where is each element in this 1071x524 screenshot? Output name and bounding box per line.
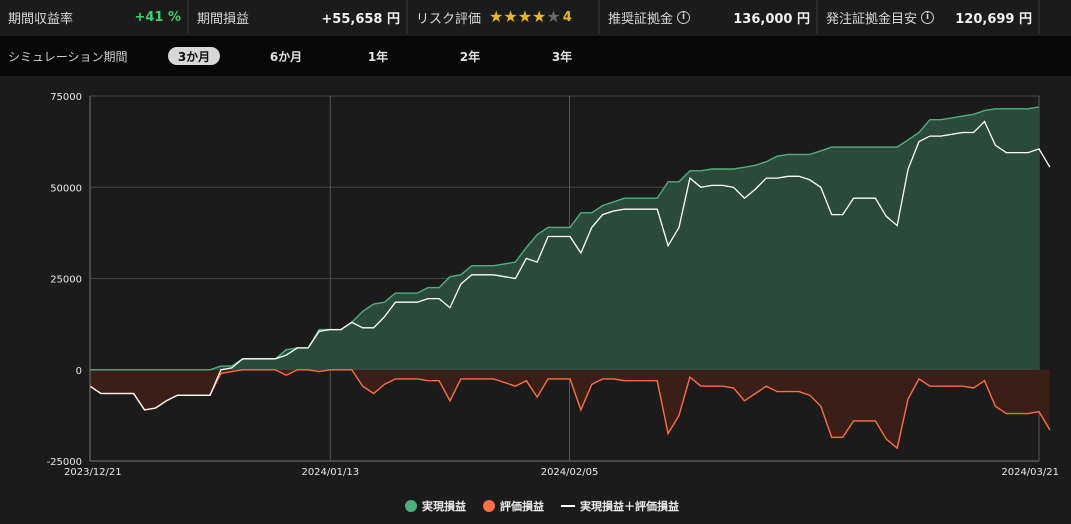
stat-risk: リスク評価 ★ ★ ★ ★ ★ 4 (408, 0, 600, 34)
period-option-3y[interactable]: 3年 (536, 47, 588, 65)
stat-pl-value: +55,658 円 (321, 11, 400, 27)
stat-margin-value: 136,000 円 (733, 11, 810, 27)
stat-pl-label: 期間損益 (197, 11, 250, 27)
legend-label-realized: 実現損益 (422, 499, 466, 513)
legend-marker-realized (405, 500, 417, 512)
y-tick-label: 75000 (50, 92, 82, 103)
star-icon: ★ (517, 7, 533, 26)
stat-order-margin-label: 発注証拠金目安 (826, 11, 918, 27)
stat-return-label: 期間収益率 (8, 11, 74, 27)
risk-stars: ★ ★ ★ ★ ★ (489, 9, 561, 25)
legend-label-unrealized: 評価損益 (500, 499, 544, 513)
pl-chart: 75000 50000 25000 0 -25000 2023/12/21 2024/01/… (0, 76, 1071, 520)
stats-bar: 期間収益率 +41 % 期間損益 +55,658 円 リスク評価 ★ ★ ★ ★ ★ 4… (0, 0, 1071, 36)
star-icon: ★ (489, 7, 504, 26)
stat-order-margin: 発注証拠金目安 i 120,699 円 (818, 0, 1040, 34)
x-tick-label: 2024/02/05 (541, 467, 599, 478)
period-bar: シミュレーション期間 3か月 6か月 1年 2年 3年 (0, 36, 1071, 76)
period-option-3m[interactable]: 3か月 (168, 47, 220, 65)
star-icon: ★ (503, 7, 518, 26)
pl-chart-svg: 7500050000250000-250002023/12/21 2024/01/… (47, 92, 1059, 513)
period-option-2y[interactable]: 2年 (444, 47, 496, 65)
series-area-realized (90, 106, 1039, 370)
y-tick-label: 25000 (50, 275, 82, 286)
stat-margin: 推奨証拠金 i 136,000 円 (600, 0, 818, 34)
x-tick-label: 2024/01/13 (301, 467, 359, 478)
stat-margin-label: 推奨証拠金 (608, 11, 674, 27)
y-tick-label: 0 (76, 366, 82, 377)
star-icon: ★ (546, 7, 561, 26)
stat-return: 期間収益率 +41 % (0, 0, 189, 34)
x-tick-label: 2024/03/21 (1001, 467, 1059, 478)
period-option-1y[interactable]: 1年 (352, 47, 404, 65)
y-tick-label: 50000 (50, 183, 82, 194)
info-icon[interactable]: i (677, 10, 691, 24)
stat-risk-value: 4 (562, 9, 572, 25)
info-icon[interactable]: i (921, 10, 935, 24)
stat-risk-label: リスク評価 (416, 11, 482, 27)
stat-pl: 期間損益 +55,658 円 (189, 0, 408, 34)
period-option-6m[interactable]: 6か月 (260, 47, 312, 65)
legend-label-total: 実現損益＋評価損益 (580, 499, 679, 513)
period-label: シミュレーション期間 (8, 49, 128, 64)
x-tick-label: 2023/12/21 (64, 467, 122, 478)
stat-order-margin-value: 120,699 円 (955, 11, 1032, 27)
stat-return-value: +41 % (134, 9, 181, 25)
legend-marker-unrealized (483, 500, 495, 512)
star-icon: ★ (532, 7, 547, 26)
